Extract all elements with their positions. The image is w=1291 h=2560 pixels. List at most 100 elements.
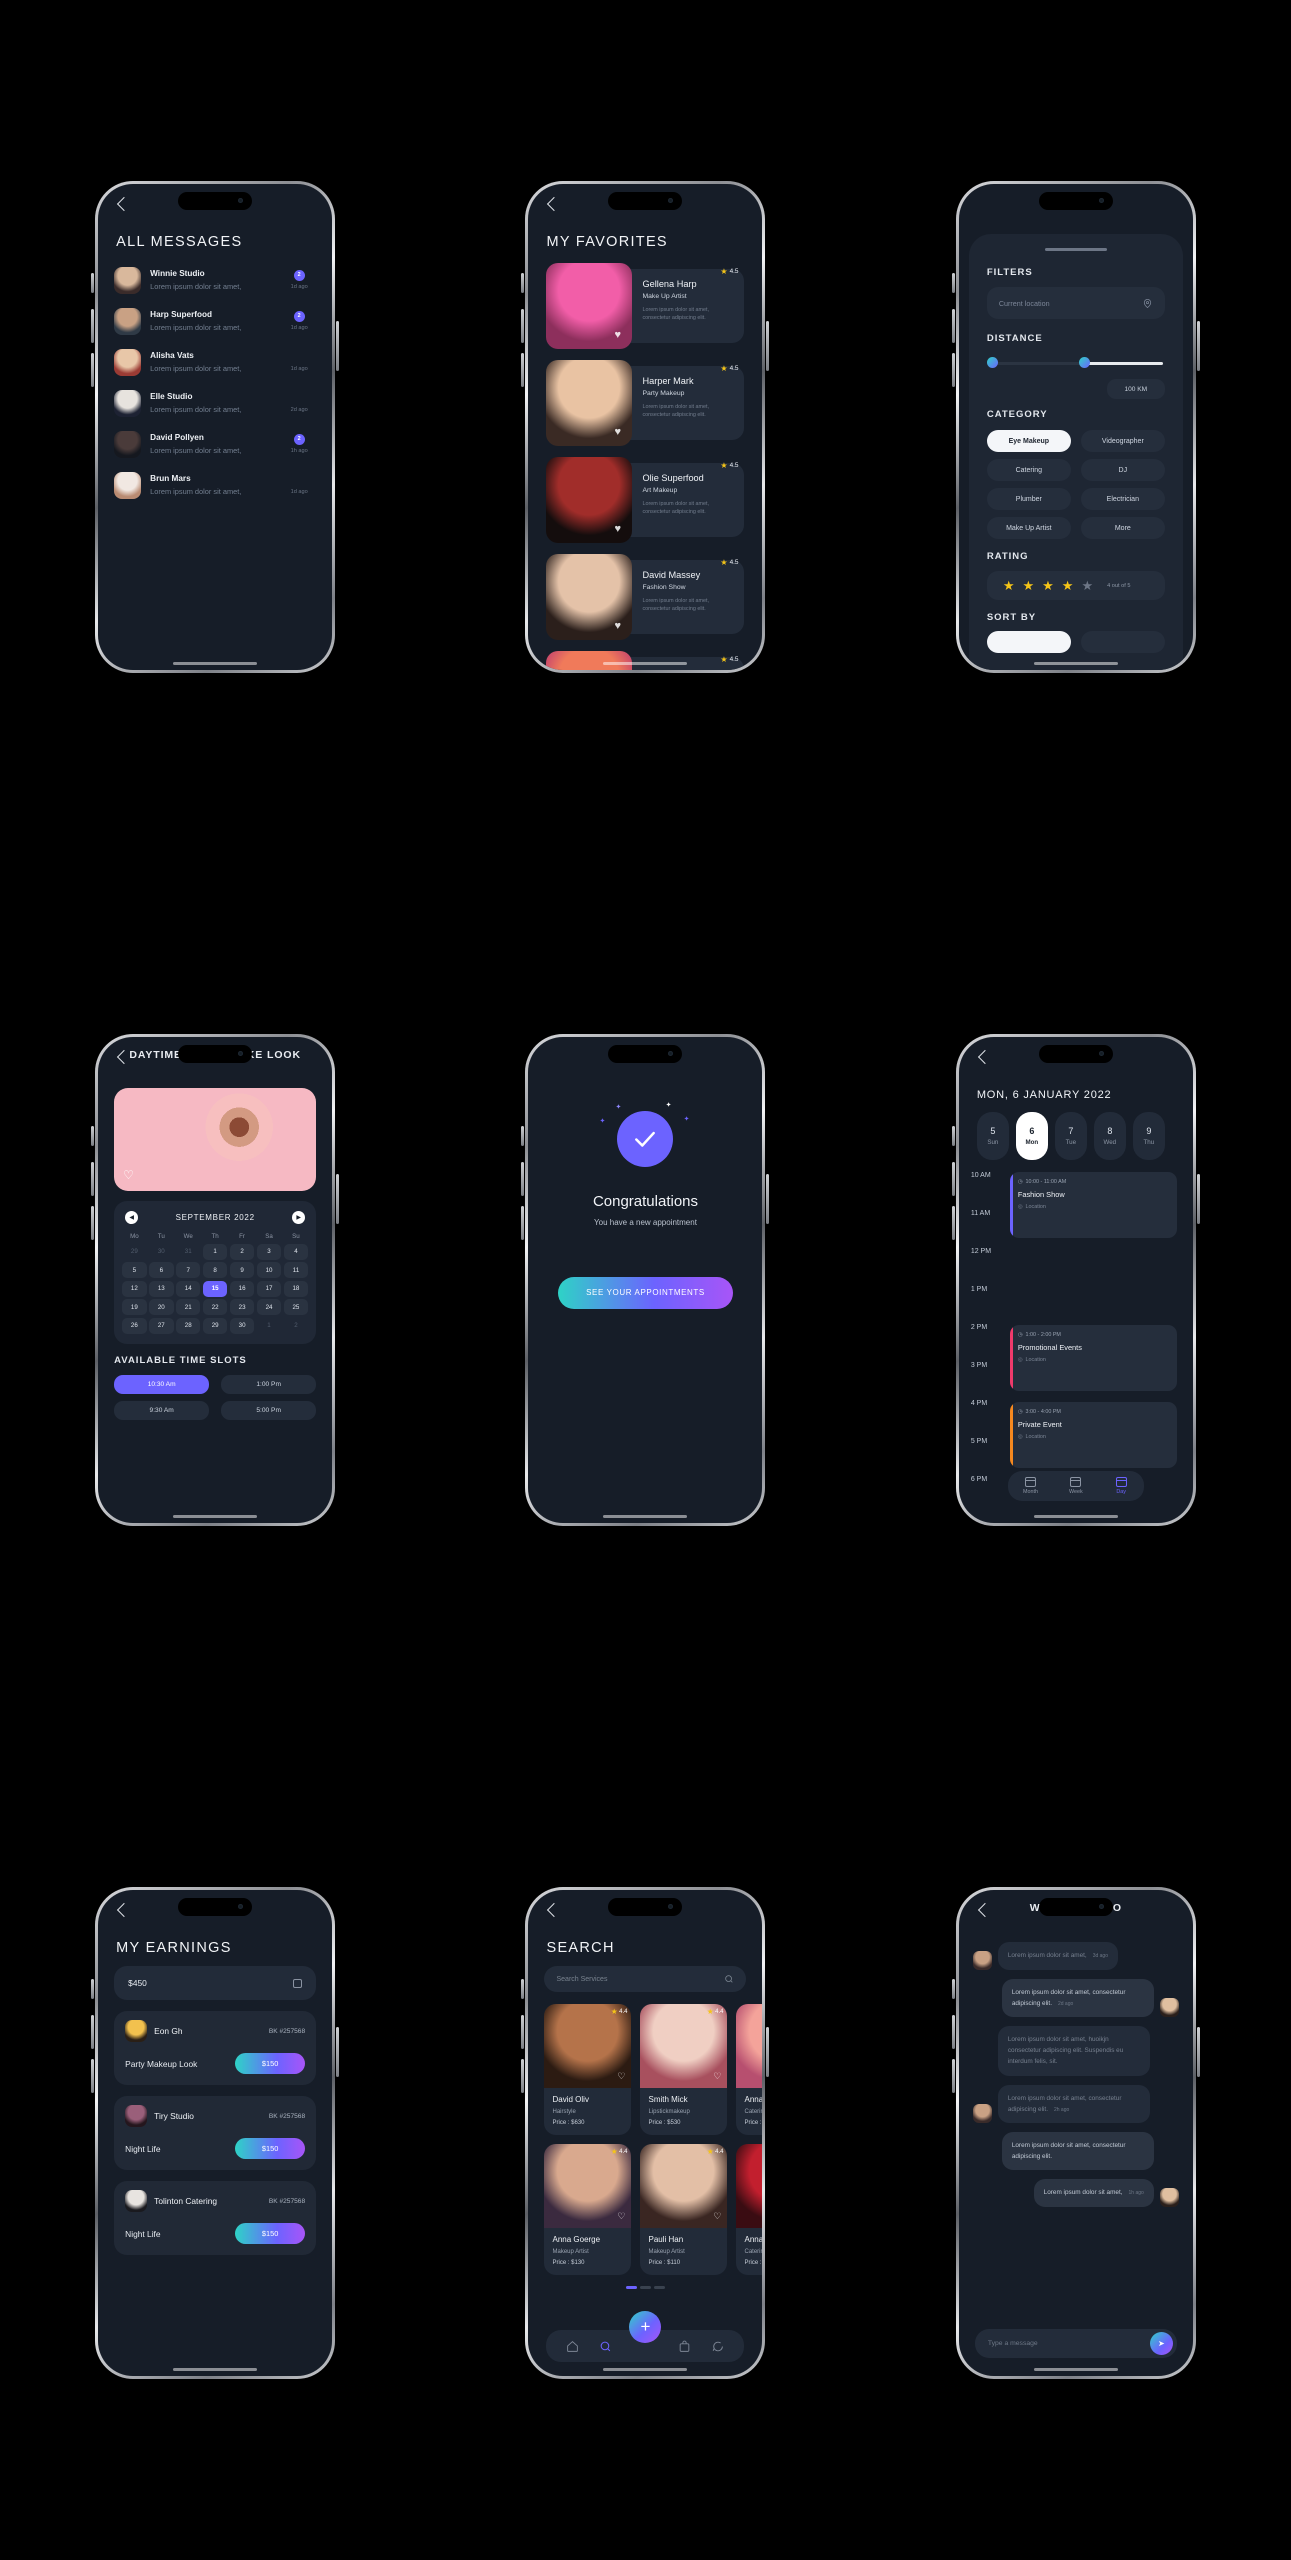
home-icon[interactable] (566, 2340, 579, 2353)
view-tab[interactable]: Day (1098, 1471, 1143, 1501)
calendar-day[interactable]: 20 (149, 1299, 174, 1316)
category-chip[interactable]: Catering (986, 459, 1071, 482)
heart-icon[interactable]: ♡ (713, 2211, 721, 2222)
star-icon[interactable]: ★ (1022, 579, 1034, 592)
calendar-day[interactable]: 29 (202, 1317, 228, 1334)
calendar-day[interactable]: 1 (202, 1243, 228, 1260)
calendar-day[interactable]: 16 (229, 1280, 255, 1297)
calendar-day[interactable]: 13 (149, 1280, 174, 1297)
calendar-day[interactable]: 22 (202, 1299, 228, 1316)
calendar-day[interactable]: 7 (176, 1262, 201, 1279)
heart-icon[interactable]: ♥ (614, 523, 625, 535)
calendar-day[interactable]: 31 (176, 1244, 200, 1260)
search-input[interactable]: Search Services (544, 1966, 747, 1993)
calendar-day[interactable]: 19 (122, 1299, 147, 1316)
price-badge[interactable]: $150 (235, 2223, 306, 2245)
slider-knob-min[interactable] (986, 357, 998, 369)
calendar-day[interactable]: 10 (256, 1262, 282, 1279)
calendar-day[interactable]: 30 (229, 1317, 255, 1334)
search-icon[interactable] (599, 2340, 612, 2353)
timeslot[interactable]: 5:00 Pm (221, 1400, 317, 1420)
dot[interactable] (653, 2286, 665, 2290)
service-card[interactable]: ★4.4 ♡ Anna Catering Price : (736, 2004, 763, 2136)
calendar-day[interactable]: 27 (149, 1317, 174, 1334)
list-item[interactable]: Elle Studio Lorem ipsum dolor sit amet, … (98, 383, 332, 424)
calendar-day[interactable]: 15 (202, 1280, 228, 1297)
service-card[interactable]: ★ 4.4 ♡ Smith Mick Lipstickmakeup Price :… (640, 2004, 728, 2136)
message-composer[interactable]: Type a message ➤ (974, 2329, 1177, 2359)
calendar-day[interactable]: 18 (283, 1280, 309, 1297)
calendar-day[interactable]: 29 (122, 1244, 146, 1260)
category-chip[interactable]: DJ (1080, 459, 1165, 482)
prev-month-button[interactable]: ◀ (125, 1210, 139, 1224)
day-pill[interactable]: 7 Tue (1054, 1111, 1087, 1160)
calendar-day[interactable]: 4 (283, 1243, 309, 1260)
chat-icon[interactable] (711, 2340, 724, 2353)
price-badge[interactable]: $150 (235, 2053, 306, 2075)
calendar-day[interactable]: 12 (122, 1280, 147, 1297)
calendar-day[interactable]: 8 (202, 1262, 228, 1279)
star-icon[interactable]: ★ (1062, 579, 1074, 592)
dot-active[interactable] (625, 2286, 637, 2290)
back-button[interactable] (545, 198, 559, 212)
heart-icon[interactable]: ♥ (614, 329, 625, 341)
list-item[interactable]: Winnie Studio Lorem ipsum dolor sit amet… (98, 260, 332, 301)
heart-icon[interactable]: ♡ (713, 2071, 721, 2082)
service-card[interactable]: ★ 4.4 ♡ David Oliv Hairstyle Price : $630 (544, 2004, 632, 2136)
sort-chip-featured[interactable] (986, 631, 1071, 654)
category-chip[interactable]: Videographer (1080, 430, 1165, 453)
calendar-day[interactable]: 30 (149, 1244, 173, 1260)
back-button[interactable] (545, 1904, 559, 1918)
favorite-card[interactable]: ♥ ★ 4.5 Olie Superfood Art Makeup Lorem i… (546, 456, 745, 543)
calendar-day[interactable]: 26 (122, 1317, 147, 1334)
star-icon[interactable]: ★ (1003, 579, 1015, 592)
calendar-day[interactable]: 9 (229, 1262, 255, 1279)
earning-card[interactable]: Tiry Studio BK #257568 Night Life $150 (114, 2096, 317, 2171)
calendar-day[interactable]: 2 (284, 1318, 308, 1334)
calendar-day[interactable]: 6 (149, 1262, 174, 1279)
heart-icon[interactable]: ♡ (617, 2211, 625, 2222)
service-card[interactable]: ★4.4 ♡ Anna Catering Price : (736, 2144, 763, 2276)
favorite-heart-icon[interactable]: ♡ (123, 1168, 134, 1182)
sort-chip-other[interactable] (1080, 631, 1165, 654)
send-button[interactable]: ➤ (1149, 2332, 1173, 2356)
rating-selector[interactable]: ★ ★ ★ ★ ★ 4 out of 5 (986, 571, 1165, 601)
day-pill[interactable]: 5 Sun (976, 1111, 1009, 1160)
service-card[interactable]: ★ 4.4 ♡ Pauli Han Makeup Artist Price : $… (640, 2144, 728, 2276)
day-pill[interactable]: 8 Wed (1093, 1111, 1126, 1160)
bag-icon[interactable] (678, 2340, 691, 2353)
calendar-day[interactable]: 21 (176, 1299, 201, 1316)
location-input[interactable]: Current location (986, 287, 1165, 320)
star-icon[interactable]: ★ (1042, 579, 1054, 592)
view-tab[interactable]: Month (1008, 1471, 1053, 1501)
slider-knob-max[interactable] (1078, 357, 1090, 369)
sheet-grabber[interactable] (1044, 247, 1107, 252)
back-button[interactable] (115, 1904, 129, 1918)
schedule-event[interactable]: ◷ 1:00 - 2:00 PM Promotional Events ◎ Loca… (1009, 1324, 1177, 1391)
calendar-day[interactable]: 11 (283, 1262, 309, 1279)
day-pill[interactable]: 9 Thu (1132, 1111, 1165, 1160)
heart-icon[interactable]: ♥ (614, 426, 625, 438)
schedule-event[interactable]: ◷ 3:00 - 4:00 PM Private Event ◎ Location (1009, 1401, 1177, 1468)
calendar-day[interactable]: 25 (283, 1299, 309, 1316)
heart-icon[interactable]: ♡ (617, 2071, 625, 2082)
calendar-day[interactable]: 24 (256, 1299, 282, 1316)
heart-icon[interactable]: ♥ (614, 620, 625, 632)
back-button[interactable] (115, 198, 129, 212)
calendar-day[interactable]: 28 (176, 1317, 201, 1334)
balance-field[interactable]: $450 (114, 1966, 317, 2001)
category-chip[interactable]: Eye Makeup (986, 430, 1071, 453)
timeslot[interactable]: 1:00 Pm (221, 1374, 317, 1394)
earning-card[interactable]: Tolinton Catering BK #257568 Night Life … (114, 2181, 317, 2256)
category-chip[interactable]: Make Up Artist (986, 517, 1071, 540)
dot[interactable] (639, 2286, 651, 2290)
list-item[interactable]: Brun Mars Lorem ipsum dolor sit amet, 1d… (98, 465, 332, 506)
calendar-day[interactable]: 14 (176, 1280, 201, 1297)
price-badge[interactable]: $150 (235, 2138, 306, 2160)
favorite-card[interactable]: ♥ ★4.5 (546, 650, 745, 670)
calendar-day[interactable]: 1 (257, 1318, 281, 1334)
timeslot[interactable]: 9:30 Am (114, 1400, 210, 1420)
earning-card[interactable]: Eon Gh BK #257568 Party Makeup Look $150 (114, 2011, 317, 2086)
favorite-card[interactable]: ♥ ★ 4.5 David Massey Fashion Show Lorem i… (546, 553, 745, 640)
favorite-card[interactable]: ♥ ★ 4.5 Harper Mark Party Makeup Lorem ip… (546, 359, 745, 446)
